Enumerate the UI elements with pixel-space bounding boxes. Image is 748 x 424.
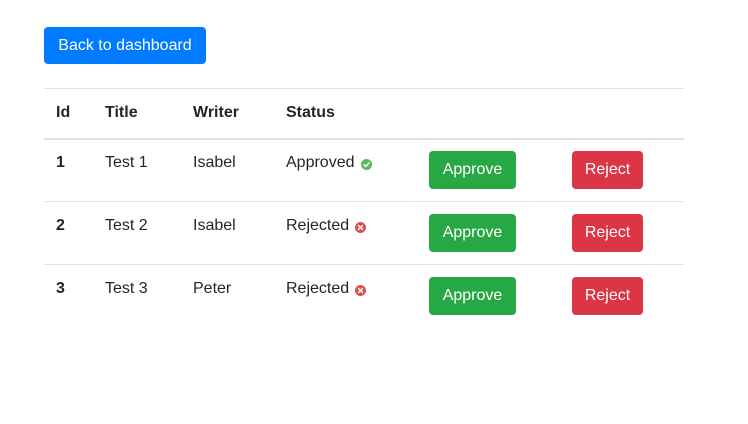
reject-button[interactable]: Reject xyxy=(572,277,643,316)
cell-approve: Approve xyxy=(417,139,560,202)
x-circle-icon xyxy=(355,221,367,233)
cell-title: Test 2 xyxy=(93,202,181,265)
cell-id: 3 xyxy=(44,265,93,328)
reject-button[interactable]: Reject xyxy=(572,151,643,190)
cell-id: 1 xyxy=(44,139,93,202)
approve-button[interactable]: Approve xyxy=(429,214,516,252)
post-id: 3 xyxy=(56,280,65,298)
post-writer: Isabel xyxy=(193,217,236,234)
reject-button[interactable]: Reject xyxy=(572,214,643,252)
cell-approve: Approve xyxy=(417,265,560,328)
column-header-id: Id xyxy=(56,104,71,122)
post-title: Test 3 xyxy=(105,280,148,298)
post-title: Test 2 xyxy=(105,217,148,234)
cell-reject: Reject xyxy=(560,202,684,265)
table-body: 1 Test 1 Isabel Approved Approve Reject … xyxy=(44,139,684,328)
table-row: 3 Test 3 Peter Rejected Approve Reject xyxy=(44,265,684,328)
column-header-writer: Writer xyxy=(193,104,239,122)
approve-button[interactable]: Approve xyxy=(429,277,516,316)
post-id: 1 xyxy=(56,154,65,172)
cell-writer: Isabel xyxy=(181,202,274,265)
post-writer: Isabel xyxy=(193,154,236,172)
cell-reject: Reject xyxy=(560,139,684,202)
header-row: Id Title Writer Status xyxy=(44,88,684,139)
check-circle-icon xyxy=(360,158,372,170)
table-row: 1 Test 1 Isabel Approved Approve Reject xyxy=(44,139,684,202)
column-header-title: Title xyxy=(105,104,138,122)
approve-button[interactable]: Approve xyxy=(429,151,516,190)
cell-title: Test 1 xyxy=(93,139,181,202)
status: Rejected xyxy=(286,217,367,235)
column-header-status: Status xyxy=(286,104,335,122)
post-writer: Peter xyxy=(193,280,232,298)
cell-title: Test 3 xyxy=(93,265,181,328)
status: Rejected xyxy=(286,280,367,298)
back-to-dashboard-button[interactable]: Back to dashboard xyxy=(44,27,206,64)
column-header-reject xyxy=(560,89,684,139)
posts-table: Id Title Writer Status 1 Test 1 Isabel A… xyxy=(44,88,684,328)
cell-reject: Reject xyxy=(560,265,684,328)
status-label: Approved xyxy=(286,154,355,172)
post-title: Test 1 xyxy=(105,154,148,172)
cell-status: Approved xyxy=(274,139,417,202)
status: Approved xyxy=(286,154,372,172)
status-label: Rejected xyxy=(286,217,350,234)
table-header: Id Title Writer Status xyxy=(44,88,684,139)
table-row: 2 Test 2 Isabel Rejected Approve Reject xyxy=(44,202,684,265)
post-id: 2 xyxy=(56,217,65,234)
cell-approve: Approve xyxy=(417,202,560,265)
column-header-approve xyxy=(417,89,560,139)
cell-id: 2 xyxy=(44,202,93,265)
cell-writer: Isabel xyxy=(181,139,274,202)
status-label: Rejected xyxy=(286,280,350,298)
cell-writer: Peter xyxy=(181,265,274,328)
x-circle-icon xyxy=(355,284,367,296)
cell-status: Rejected xyxy=(274,202,417,265)
cell-status: Rejected xyxy=(274,265,417,328)
